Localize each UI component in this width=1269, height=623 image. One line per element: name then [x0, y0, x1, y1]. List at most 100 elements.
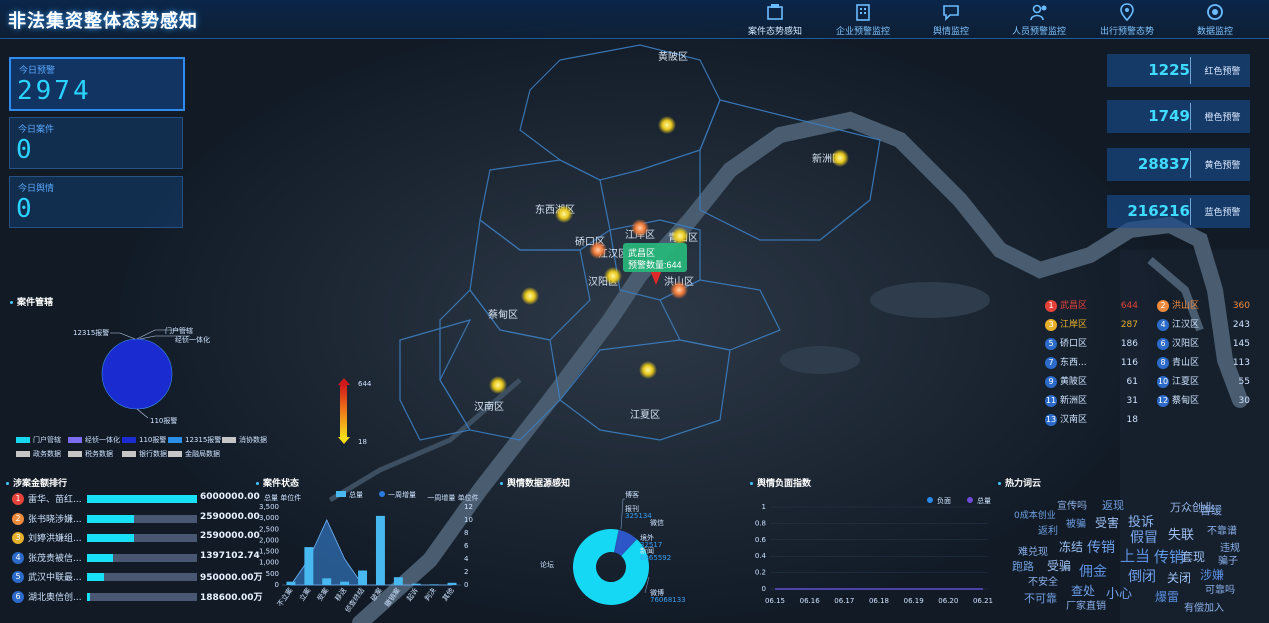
hot-word[interactable]: 骗子 — [1218, 552, 1238, 567]
hot-word[interactable]: 小心 — [1106, 583, 1132, 602]
rank-badge: 13 — [1045, 413, 1057, 426]
nav-case-awareness[interactable]: 案件态势感知 — [731, 0, 819, 38]
district-rank-row[interactable]: 5 硚口区 186 — [1045, 336, 1138, 352]
hot-word[interactable]: 倒闭 — [1128, 566, 1156, 586]
legend-item[interactable]: 政务数据 — [16, 449, 61, 459]
hot-word[interactable]: 受骗 — [1047, 557, 1071, 574]
case-amount: 950000.00万 — [200, 573, 263, 583]
district-rank-row[interactable]: 6 汉阳区 145 — [1157, 336, 1250, 352]
district-rank-row[interactable]: 1 武昌区 644 — [1045, 298, 1138, 314]
warning-blue[interactable]: 216216 蓝色预警 — [1107, 195, 1250, 228]
kpi-today-opinions[interactable]: 今日舆情 0 — [9, 176, 183, 228]
word-cloud[interactable]: 宣传吗 返现 暂缓 0成本创业 万众创业 被骗 受害 投诉 返利 假冒 失联 不靠谱 冻结 传销 上当 传销难… — [1010, 495, 1260, 621]
warning-yellow[interactable]: 28837 黄色预警 — [1107, 148, 1250, 181]
legend-item[interactable]: 12315报警 — [168, 435, 221, 445]
warning-orange[interactable]: 1749 橙色预警 — [1107, 100, 1250, 133]
amount-rank-row[interactable]: 1 雷华、苗红... 6000000.00 — [12, 492, 260, 506]
legend-swatch — [122, 451, 136, 457]
district-rank-row[interactable]: 12 蔡甸区 30 — [1157, 393, 1250, 409]
hot-word[interactable]: 跑路 — [1012, 558, 1034, 574]
bar-total — [286, 581, 296, 585]
amount-rank-row[interactable]: 4 张茂贵被信... 1397102.74 — [12, 551, 260, 565]
hot-word[interactable]: 厂家直销 — [1066, 597, 1106, 612]
opinion-source-chart[interactable]: 论坛博客报刊325134微信境外32517新闻6865592微博76068133 — [500, 485, 740, 623]
kpi-today-warnings[interactable]: 今日预警 2974 — [9, 57, 185, 111]
district-rank-row[interactable]: 10 江夏区 55 — [1157, 374, 1250, 390]
nav-travel-monitor[interactable]: 出行预警态势 — [1083, 0, 1171, 38]
x-tick: 破案 — [369, 586, 384, 603]
district-rank-row[interactable]: 2 洪山区 360 — [1157, 298, 1250, 314]
kpi-today-cases[interactable]: 今日案件 0 — [9, 117, 183, 169]
opinion-icon — [943, 5, 959, 21]
svg-text:总量: 总量 — [349, 490, 363, 499]
hot-word[interactable]: 有偿加入 — [1184, 599, 1224, 614]
amount-rank-row[interactable]: 6 湖北奥信创... 188600.00万 — [12, 590, 263, 604]
hot-word[interactable]: 返利 — [1038, 522, 1058, 537]
hot-word[interactable]: 不靠谱 — [1207, 522, 1237, 537]
hot-word[interactable]: 套现 — [1181, 548, 1205, 565]
nav-data-monitor[interactable]: 数据监控 — [1171, 0, 1259, 38]
district-count: 55 — [1238, 377, 1250, 387]
amount-rank-row[interactable]: 3 刘婷洪嫌组... 2590000.00 — [12, 531, 260, 545]
hot-word[interactable]: 假冒 — [1130, 527, 1158, 547]
district-rank-row[interactable]: 13 汉南区 18 — [1045, 412, 1138, 428]
hot-word[interactable]: 关闭 — [1167, 569, 1191, 586]
hot-word[interactable]: 爆雷 — [1155, 588, 1179, 605]
district-count: 116 — [1120, 358, 1138, 368]
hot-word[interactable]: 可靠吗 — [1205, 581, 1235, 596]
amount-rank-row[interactable]: 5 武汉中联最... 950000.00万 — [12, 570, 263, 584]
legend-item[interactable]: 消协数据 — [222, 435, 267, 445]
hot-word[interactable]: 不可靠 — [1024, 590, 1057, 606]
case-amount: 1397102.74 — [200, 550, 260, 561]
hot-word[interactable]: 宣传吗 — [1057, 497, 1087, 512]
legend-item[interactable]: 税务数据 — [68, 449, 113, 459]
hot-word[interactable]: 万众创业 — [1170, 499, 1214, 515]
district-rank-row[interactable]: 11 新洲区 31 — [1045, 393, 1138, 409]
district-rank-row[interactable]: 7 东西... 116 — [1045, 355, 1138, 371]
hot-word[interactable]: 失联 — [1168, 524, 1194, 543]
hot-word[interactable]: 受害 — [1095, 514, 1119, 531]
y-tick-left: 500 — [266, 570, 279, 578]
hot-word[interactable]: 0成本创业 — [1014, 508, 1056, 521]
district-rank-row[interactable]: 8 青山区 113 — [1157, 355, 1250, 371]
district-name: 硚口区 — [1060, 339, 1088, 349]
legend-item[interactable]: 门户管辖 — [16, 435, 61, 445]
case-clues-pie[interactable]: 12315报警 门户管辖 经侦一体化 110报警 — [40, 318, 270, 428]
amount-bar-track — [87, 553, 197, 562]
legend-item[interactable]: 金融局数据 — [168, 449, 220, 459]
nav-opinion-monitor[interactable]: 舆情监控 — [907, 0, 995, 38]
hot-word[interactable]: 传销 — [1087, 537, 1115, 557]
amount-bar-track — [87, 514, 197, 523]
hot-word[interactable]: 难兑现 — [1018, 543, 1048, 558]
hot-word[interactable]: 冻结 — [1059, 538, 1083, 555]
negative-index-chart[interactable]: 负面 总量 1 0.8 0.6 0.4 0.2 0 06.15 06.16 06.17 06.18… — [750, 487, 995, 623]
y-tick: 0.6 — [755, 536, 767, 544]
nav-person-monitor[interactable]: 人员预警监控 — [995, 0, 1083, 38]
svg-text:预警数量:644: 预警数量:644 — [628, 259, 682, 270]
district-rank-row[interactable]: 3 江岸区 287 — [1045, 317, 1138, 333]
nav-enterprise-monitor[interactable]: 企业预警监控 — [819, 0, 907, 38]
hot-word[interactable]: 返现 — [1102, 497, 1124, 513]
hot-word[interactable]: 上当 — [1120, 545, 1150, 566]
district-name: 洪山区 — [1172, 301, 1200, 311]
district-name: 江汉区 — [1172, 320, 1200, 330]
amount-bar-track — [87, 495, 197, 503]
amount-rank-row[interactable]: 2 张书晓涉嫌... 2590000.00 — [12, 512, 260, 526]
legend-item[interactable]: 银行数据 — [122, 449, 167, 459]
hot-word[interactable]: 传销 — [1154, 546, 1184, 567]
case-status-chart[interactable]: 总量 单位件 一周增量 单位件 总量 一周增量 0 500 1,000 1,500 2,… — [256, 487, 501, 623]
legend-item[interactable]: 110报警 — [122, 435, 166, 445]
warning-red[interactable]: 1225 红色预警 — [1107, 54, 1250, 87]
hot-word[interactable]: 佣金 — [1079, 561, 1107, 581]
hot-word[interactable]: 被骗 — [1066, 515, 1086, 530]
district-rank-row[interactable]: 4 江汉区 243 — [1157, 317, 1250, 333]
svg-text:644: 644 — [358, 380, 372, 388]
legend-item[interactable]: 经侦一体化 — [68, 435, 120, 445]
top-bar: 非法集资整体态势感知 案件态势感知 企业预警监控 舆情监控 人员预警监控 出行预… — [0, 0, 1269, 39]
district-name: 东西... — [1060, 358, 1087, 368]
rank-badge: 2 — [1157, 299, 1169, 312]
hot-word[interactable]: 不安全 — [1028, 573, 1058, 588]
district-count: 186 — [1120, 339, 1138, 349]
district-rank-row[interactable]: 9 黄陂区 61 — [1045, 374, 1138, 390]
x-tick: 其他 — [440, 586, 455, 603]
